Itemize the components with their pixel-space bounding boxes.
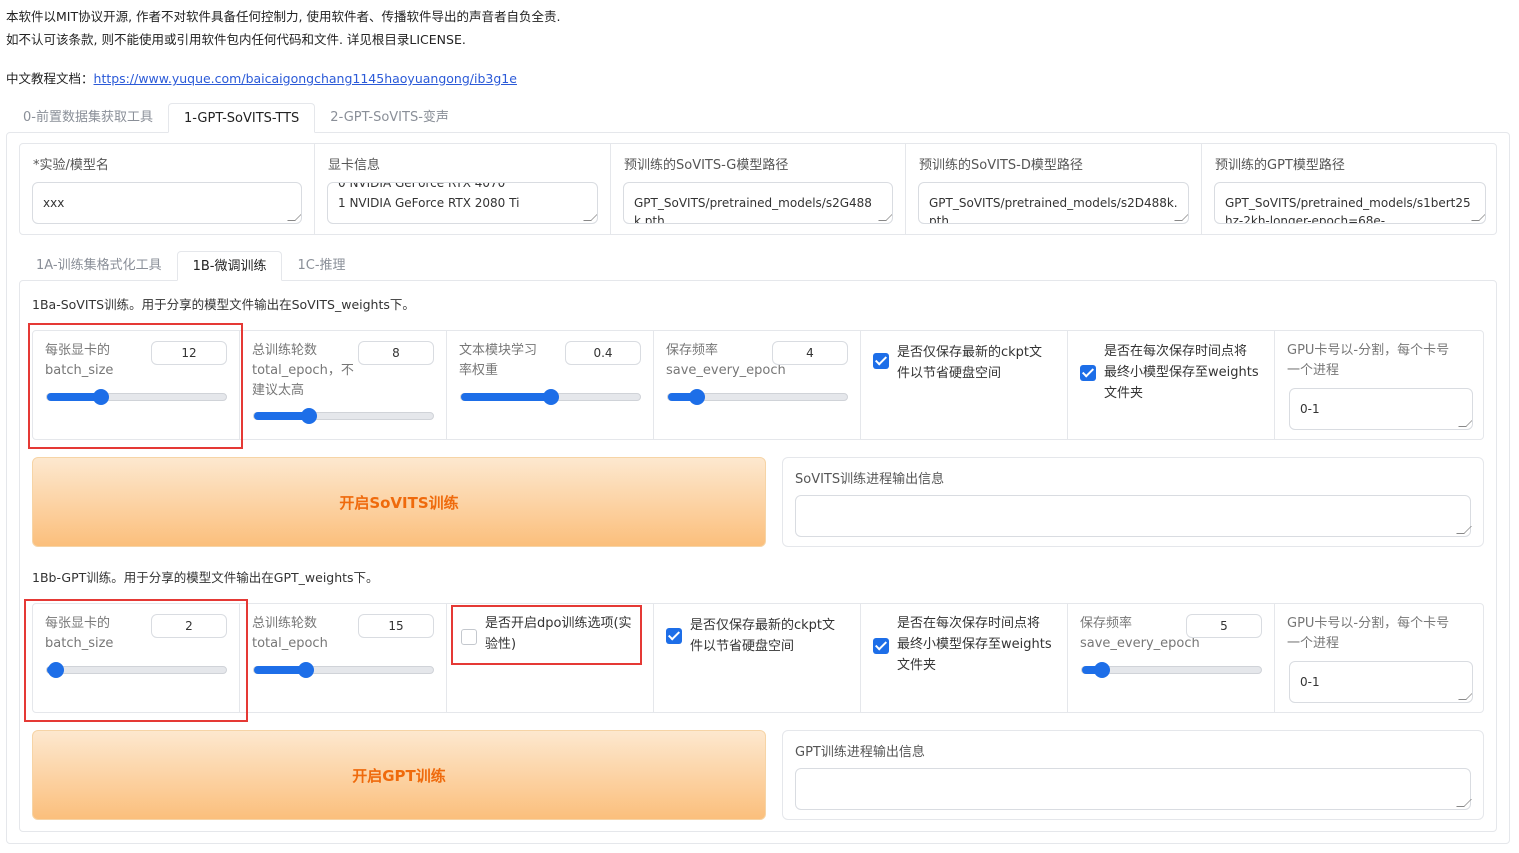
gpt-epoch-input[interactable]: 15 bbox=[358, 614, 434, 638]
gpt-total-epoch: 总训练轮数 total_epoch 15 bbox=[240, 604, 447, 712]
sovits-save-freq-slider[interactable] bbox=[667, 389, 848, 405]
gpt-gpu-ids: GPU卡号以-分割，每个卡号 一个进程 0-1 bbox=[1275, 604, 1485, 712]
gpt-gpu-ids-input[interactable]: 0-1 bbox=[1289, 661, 1473, 703]
license-notice-line1: 本软件以MIT协议开源, 作者不对软件具备任何控制力, 使用软件者、传播软件导出… bbox=[6, 9, 561, 24]
gpt-save-freq: 保存频率 save_every_epoch 5 bbox=[1068, 604, 1275, 712]
resize-grip-icon[interactable] bbox=[1471, 213, 1485, 221]
gpt-path-label: 预训练的GPT模型路径 bbox=[1215, 158, 1345, 173]
gpt-save-latest-checkbox[interactable] bbox=[666, 628, 682, 644]
resize-grip-icon[interactable] bbox=[1174, 213, 1188, 221]
sovits-epoch-input[interactable]: 8 bbox=[358, 341, 434, 365]
config-row: *实验/模型名 xxx 显卡信息 0 NVIDIA GeForce RTX 40… bbox=[19, 143, 1497, 235]
sovits-d-label: 预训练的SoVITS-D模型路径 bbox=[919, 158, 1083, 173]
sovits-save-every-weights: 是否在每次保存时间点将 最终小模型保存至weights 文件夹 bbox=[1068, 331, 1275, 439]
gpt-save-latest: 是否仅保存最新的ckpt文 件以节省硬盘空间 bbox=[654, 604, 861, 712]
sovits-text-lr: 文本模块学习 率权重 0.4 bbox=[447, 331, 654, 439]
sovits-output-label: SoVITS训练进程输出信息 bbox=[795, 472, 945, 487]
gpt-save-freq-input[interactable]: 5 bbox=[1186, 614, 1262, 638]
start-sovits-training-button[interactable]: 开启SoVITS训练 bbox=[32, 457, 766, 547]
sovits-gpu-ids-input[interactable]: 0-1 bbox=[1289, 388, 1473, 430]
sovits-d-input[interactable]: GPT_SoVITS/pretrained_models/s2D488k.pth bbox=[918, 182, 1189, 224]
exp-name-field: *实验/模型名 xxx bbox=[20, 144, 315, 234]
sovits-save-latest-checkbox[interactable] bbox=[873, 353, 889, 369]
tab-voice-change[interactable]: 2-GPT-SoVITS-变声 bbox=[315, 103, 464, 133]
resize-grip-icon[interactable] bbox=[1456, 799, 1472, 807]
sovits-d-field: 预训练的SoVITS-D模型路径 GPT_SoVITS/pretrained_m… bbox=[906, 144, 1202, 234]
gpt-output-textarea[interactable] bbox=[795, 768, 1472, 810]
gpt-section-title: 1Bb-GPT训练。用于分享的模型文件输出在GPT_weights下。 bbox=[32, 570, 379, 585]
sovits-output-box: SoVITS训练进程输出信息 bbox=[782, 457, 1484, 547]
sovits-batch-size-input[interactable]: 12 bbox=[151, 341, 227, 365]
gpu-info-field: 显卡信息 0 NVIDIA GeForce RTX 4070 1 NVIDIA … bbox=[315, 144, 611, 234]
tab-dataset-tools[interactable]: 0-前置数据集获取工具 bbox=[8, 103, 168, 133]
gpt-save-weights-checkbox[interactable] bbox=[873, 638, 889, 654]
resize-grip-icon[interactable] bbox=[1456, 526, 1472, 534]
tab-dataset-format[interactable]: 1A-训练集格式化工具 bbox=[21, 251, 177, 281]
tab-finetune[interactable]: 1B-微调训练 bbox=[176, 251, 283, 281]
license-notice-line2: 如不认可该条款, 则不能使用或引用软件包内任何代码和文件. 详见根目录LICEN… bbox=[6, 32, 466, 47]
tab-inference[interactable]: 1C-推理 bbox=[282, 251, 360, 281]
gpt-batch-size: 每张显卡的 batch_size 2 bbox=[33, 604, 240, 712]
resize-grip-icon[interactable] bbox=[1458, 419, 1472, 427]
gpt-path-field: 预训练的GPT模型路径 GPT_SoVITS/pretrained_models… bbox=[1202, 144, 1498, 234]
sovits-save-latest: 是否仅保存最新的ckpt文 件以节省硬盘空间 bbox=[861, 331, 1068, 439]
gpt-output-box: GPT训练进程输出信息 bbox=[782, 730, 1484, 820]
sovits-params-row: 每张显卡的 batch_size 12 总训练轮数 total_epoch，不 建议太… bbox=[32, 330, 1484, 440]
resize-grip-icon[interactable] bbox=[878, 213, 892, 221]
sovits-save-weights-checkbox[interactable] bbox=[1080, 365, 1096, 381]
exp-name-input[interactable]: xxx bbox=[32, 182, 302, 224]
sovits-total-epoch: 总训练轮数 total_epoch，不 建议太高 8 bbox=[240, 331, 447, 439]
sovits-save-freq-input[interactable]: 4 bbox=[772, 341, 848, 365]
gpu-info-textarea[interactable]: 0 NVIDIA GeForce RTX 4070 1 NVIDIA GeFor… bbox=[327, 182, 598, 224]
gpt-save-freq-slider[interactable] bbox=[1081, 662, 1262, 678]
sovits-batch-size-slider[interactable] bbox=[46, 389, 227, 405]
doc-label: 中文教程文档： bbox=[6, 71, 94, 86]
sovits-g-field: 预训练的SoVITS-G模型路径 GPT_SoVITS/pretrained_m… bbox=[611, 144, 906, 234]
resize-grip-icon[interactable] bbox=[583, 213, 597, 221]
doc-link[interactable]: https://www.yuque.com/baicaigongchang114… bbox=[94, 71, 517, 86]
gpt-params-row: 每张显卡的 batch_size 2 总训练轮数 total_epoch 15 是否… bbox=[32, 603, 1484, 713]
gpt-batch-size-input[interactable]: 2 bbox=[151, 614, 227, 638]
sovits-text-lr-slider[interactable] bbox=[460, 389, 641, 405]
resize-grip-icon[interactable] bbox=[1458, 692, 1472, 700]
gpu-info-label: 显卡信息 bbox=[328, 158, 381, 173]
doc-link-row: 中文教程文档：https://www.yuque.com/baicaigongc… bbox=[6, 68, 517, 87]
sovits-section-title: 1Ba-SoVITS训练。用于分享的模型文件输出在SoVITS_weights下… bbox=[32, 297, 415, 312]
gpt-dpo: 是否开启dpo训练选项(实 验性) bbox=[447, 604, 654, 712]
gpt-output-label: GPT训练进程输出信息 bbox=[795, 745, 925, 760]
sovits-g-label: 预训练的SoVITS-G模型路径 bbox=[624, 158, 789, 173]
gpt-save-every-weights: 是否在每次保存时间点将 最终小模型保存至weights 文件夹 bbox=[861, 604, 1068, 712]
gpt-path-input[interactable]: GPT_SoVITS/pretrained_models/s1bert25hz-… bbox=[1214, 182, 1486, 224]
start-gpt-training-button[interactable]: 开启GPT训练 bbox=[32, 730, 766, 820]
sovits-save-freq: 保存频率 save_every_epoch 4 bbox=[654, 331, 861, 439]
sovits-epoch-slider[interactable] bbox=[253, 408, 434, 424]
gpt-epoch-slider[interactable] bbox=[253, 662, 434, 678]
sovits-text-lr-input[interactable]: 0.4 bbox=[565, 341, 641, 365]
sovits-g-input[interactable]: GPT_SoVITS/pretrained_models/s2G488k.pth bbox=[623, 182, 893, 224]
sovits-batch-size: 每张显卡的 batch_size 12 bbox=[33, 331, 240, 439]
tab-gpt-sovits-tts[interactable]: 1-GPT-SoVITS-TTS bbox=[167, 103, 316, 133]
sub-tabs: 1A-训练集格式化工具 1B-微调训练 1C-推理 bbox=[21, 251, 361, 281]
sovits-output-textarea[interactable] bbox=[795, 495, 1472, 537]
resize-grip-icon[interactable] bbox=[287, 213, 301, 221]
top-tabs: 0-前置数据集获取工具 1-GPT-SoVITS-TTS 2-GPT-SoVIT… bbox=[8, 103, 464, 133]
gpt-dpo-checkbox[interactable] bbox=[461, 629, 477, 645]
sovits-gpu-ids: GPU卡号以-分割，每个卡号 一个进程 0-1 bbox=[1275, 331, 1485, 439]
gpt-batch-size-slider[interactable] bbox=[46, 662, 227, 678]
exp-name-label: *实验/模型名 bbox=[33, 158, 109, 173]
